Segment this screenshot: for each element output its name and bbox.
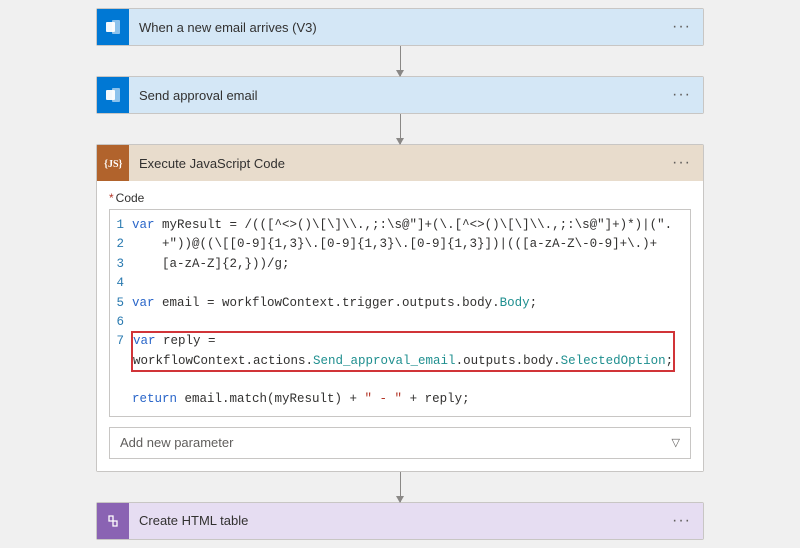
svg-text:{JS}: {JS}	[104, 159, 122, 170]
code-field-label: *Code	[109, 191, 691, 205]
code-content[interactable]: var myResult = /(([^<>()\[\]\\.,;:\s@"]+…	[130, 210, 690, 416]
step-body: *Code 1 2 3 4 5 6 7 var myResult = /(([^…	[97, 181, 703, 471]
more-icon[interactable]: ···	[660, 154, 703, 172]
more-icon[interactable]: ···	[660, 86, 703, 104]
step-header[interactable]: Send approval email ···	[97, 77, 703, 113]
workflow-step-js: {JS} Execute JavaScript Code ··· *Code 1…	[96, 144, 704, 472]
workflow-step-table[interactable]: Create HTML table ···	[96, 502, 704, 540]
step-title: Send approval email	[129, 88, 660, 103]
data-ops-icon	[97, 503, 129, 539]
step-header[interactable]: When a new email arrives (V3) ···	[97, 9, 703, 45]
chevron-down-icon: ▽	[672, 436, 680, 449]
add-parameter-label: Add new parameter	[120, 435, 233, 450]
more-icon[interactable]: ···	[660, 512, 703, 530]
code-editor[interactable]: 1 2 3 4 5 6 7 var myResult = /(([^<>()\[…	[109, 209, 691, 417]
connector-arrow	[0, 114, 800, 144]
outlook-icon	[97, 77, 129, 113]
connector-arrow	[0, 472, 800, 502]
code-label-text: Code	[116, 191, 145, 205]
workflow-step-trigger[interactable]: When a new email arrives (V3) ···	[96, 8, 704, 46]
step-title: Create HTML table	[129, 513, 660, 528]
step-title: When a new email arrives (V3)	[129, 20, 660, 35]
line-gutter: 1 2 3 4 5 6 7	[110, 210, 130, 416]
more-icon[interactable]: ···	[660, 18, 703, 36]
step-header[interactable]: Create HTML table ···	[97, 503, 703, 539]
step-header[interactable]: {JS} Execute JavaScript Code ···	[97, 145, 703, 181]
required-marker: *	[109, 191, 114, 205]
connector-arrow	[0, 46, 800, 76]
js-icon: {JS}	[97, 145, 129, 181]
outlook-icon	[97, 9, 129, 45]
highlighted-code: var reply = workflowContext.actions.Send…	[132, 332, 674, 371]
add-parameter-dropdown[interactable]: Add new parameter ▽	[109, 427, 691, 459]
step-title: Execute JavaScript Code	[129, 156, 660, 171]
workflow-step-approval[interactable]: Send approval email ···	[96, 76, 704, 114]
